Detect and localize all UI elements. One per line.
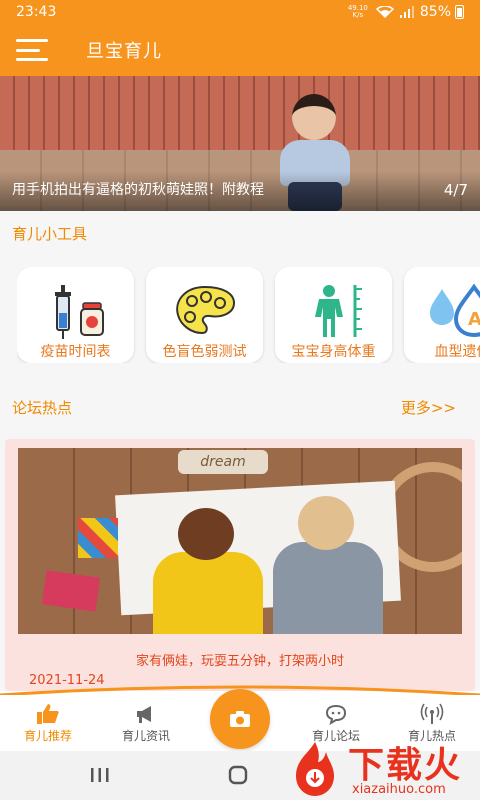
app-title: 旦宝育儿: [86, 41, 162, 62]
blood-type-icon: A: [429, 283, 480, 338]
tool-card-height-weight[interactable]: 宝宝身高体重: [275, 267, 392, 363]
tools-section-title: 育儿小工具: [12, 225, 88, 243]
watermark-url: xiazaihuo.com: [352, 782, 446, 797]
recent-apps-icon[interactable]: [88, 765, 112, 785]
tab-parenting-news[interactable]: 育儿资讯: [106, 703, 186, 749]
svg-text:A: A: [468, 309, 480, 330]
tool-label-blood-type: 血型遗传: [434, 344, 480, 360]
battery-percent: 85%: [419, 4, 451, 20]
broadcast-icon: [420, 703, 444, 724]
height-icon: [314, 285, 362, 337]
flame-logo-icon: [296, 742, 334, 796]
app-bar: 旦宝育儿: [0, 24, 480, 76]
forum-post-image: dream: [18, 448, 462, 634]
tools-scroller[interactable]: 疫苗时间表 色盲色弱测试 宝宝身高体重 A 血型遗: [17, 267, 480, 363]
tool-label-color-blind: 色盲色弱测试: [162, 344, 247, 360]
forum-section-title: 论坛热点: [12, 399, 73, 417]
signal-icon: [399, 6, 414, 18]
forum-post-card[interactable]: dream 家有俩娃，玩耍五分钟，打架两小时 2021-11-24: [5, 439, 475, 691]
battery-icon: [455, 5, 464, 19]
home-nav-icon[interactable]: [226, 765, 250, 785]
home-content: 育儿小工具 疫苗时间表 色盲色弱测试 宝宝身高体重 A 血型遗 论坛热点 更多>…: [0, 211, 480, 691]
thumbs-up-icon: [37, 704, 59, 724]
forum-icon: [325, 704, 347, 725]
wifi-icon: [375, 6, 394, 18]
tool-card-blood-type[interactable]: A 血型遗传: [404, 267, 480, 363]
forum-post-title: 家有俩娃，玩耍五分钟，打架两小时: [135, 654, 344, 669]
tool-card-color-blind[interactable]: 色盲色弱测试: [146, 267, 263, 363]
post-image-dream-sign: dream: [178, 450, 268, 474]
watermark-brand: 下载火: [348, 745, 463, 786]
palette-icon: [175, 285, 235, 335]
camera-button[interactable]: [210, 689, 270, 749]
tool-card-vaccine[interactable]: 疫苗时间表: [17, 267, 134, 363]
watermark: 下载火 xiazaihuo.com: [286, 736, 480, 800]
tab-label-parenting-recommend: 育儿推荐: [23, 729, 72, 743]
forum-more-link[interactable]: 更多>>: [401, 397, 456, 418]
vaccine-icon: [54, 285, 104, 339]
megaphone-icon: [137, 706, 151, 723]
tool-label-vaccine: 疫苗时间表: [40, 344, 111, 360]
status-time: 23:43: [16, 4, 57, 20]
banner-caption: 用手机拍出有逼格的初秋萌娃照！附教程: [12, 182, 264, 198]
network-speed-unit: K/s: [352, 11, 364, 19]
camera-icon: [230, 711, 250, 727]
banner-carousel[interactable]: 用手机拍出有逼格的初秋萌娃照！附教程 4/7: [0, 76, 480, 211]
network-speed: 49.10 K/s: [348, 5, 368, 19]
tab-label-parenting-news: 育儿资讯: [121, 729, 170, 743]
status-bar: 23:43 49.10 K/s 85%: [0, 0, 480, 24]
tab-parenting-recommend[interactable]: 育儿推荐: [8, 703, 88, 749]
tool-label-height-weight: 宝宝身高体重: [291, 344, 376, 360]
menu-icon[interactable]: [16, 39, 48, 61]
banner-page-indicator: 4/7: [443, 181, 468, 199]
